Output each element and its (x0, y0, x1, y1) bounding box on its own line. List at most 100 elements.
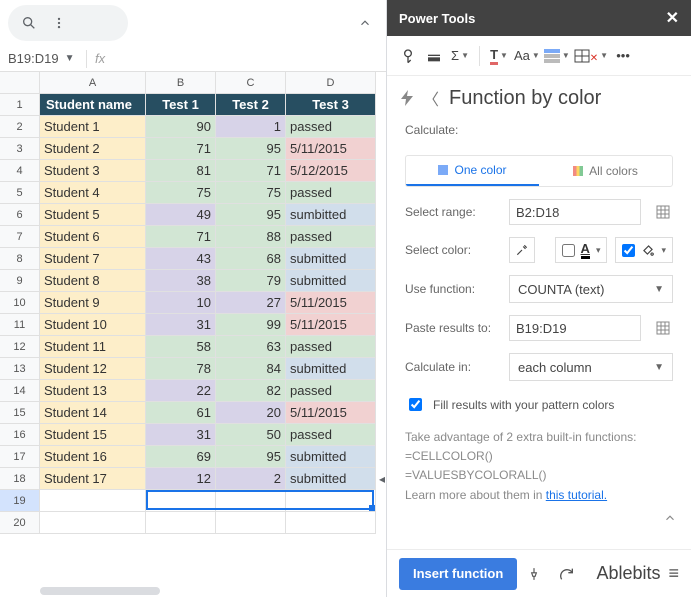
paste-results-input[interactable]: B19:D19 (509, 315, 641, 341)
cell[interactable]: 81 (146, 160, 216, 182)
bolt-icon[interactable] (401, 90, 413, 106)
row-header[interactable]: 8 (0, 248, 40, 270)
cell[interactable]: Student 11 (40, 336, 146, 358)
cell[interactable]: submitted (286, 270, 376, 292)
cell[interactable]: Student 12 (40, 358, 146, 380)
back-icon[interactable]: 〈 (423, 86, 439, 110)
cell[interactable]: 20 (216, 402, 286, 424)
cell[interactable]: 5/11/2015 (286, 138, 376, 160)
cell[interactable]: 43 (146, 248, 216, 270)
cell[interactable]: 68 (216, 248, 286, 270)
cell[interactable]: 99 (216, 314, 286, 336)
row-header[interactable]: 9 (0, 270, 40, 292)
header-cell[interactable]: Test 3 (286, 94, 376, 116)
range-picker-icon[interactable] (653, 202, 673, 222)
col-header-a[interactable]: A (40, 72, 146, 94)
cell[interactable]: 95 (216, 204, 286, 226)
col-header-b[interactable]: B (146, 72, 216, 94)
cell[interactable]: 5/11/2015 (286, 292, 376, 314)
cell[interactable]: 82 (216, 380, 286, 402)
cell[interactable]: submitted (286, 358, 376, 380)
refresh-icon[interactable] (559, 566, 581, 582)
cell[interactable]: 49 (146, 204, 216, 226)
use-function-select[interactable]: COUNTA (text)▼ (509, 275, 673, 303)
row-header[interactable]: 5 (0, 182, 40, 204)
tab-one-color[interactable]: One color (406, 156, 539, 186)
cell[interactable]: submitted (286, 446, 376, 468)
fill-color-check[interactable]: ▾ (615, 237, 673, 263)
cell[interactable]: passed (286, 116, 376, 138)
cell[interactable]: Student 1 (40, 116, 146, 138)
cell[interactable]: 61 (146, 402, 216, 424)
cell[interactable]: 78 (146, 358, 216, 380)
select-range-input[interactable]: B2:D18 (509, 199, 641, 225)
cell[interactable]: 75 (216, 182, 286, 204)
col-header-c[interactable]: C (216, 72, 286, 94)
cell[interactable]: passed (286, 424, 376, 446)
row-header[interactable]: 19 (0, 490, 40, 512)
cell[interactable]: submitted (286, 248, 376, 270)
clear-format-icon[interactable]: ✕▼ (574, 43, 608, 69)
cell[interactable]: 95 (216, 446, 286, 468)
select-all-corner[interactable] (0, 72, 40, 94)
insert-function-button[interactable]: Insert function (399, 558, 517, 590)
eyedropper-icon[interactable] (509, 237, 535, 263)
cell[interactable] (216, 512, 286, 534)
cell[interactable]: Student 13 (40, 380, 146, 402)
cell[interactable]: passed (286, 182, 376, 204)
cell[interactable]: Student 8 (40, 270, 146, 292)
more-icon[interactable] (44, 8, 74, 38)
row-header[interactable]: 13 (0, 358, 40, 380)
cell[interactable] (146, 490, 216, 512)
search-icon[interactable] (14, 8, 44, 38)
trim-icon[interactable] (423, 43, 445, 69)
cell[interactable]: passed (286, 380, 376, 402)
more-tools-icon[interactable]: ••• (612, 43, 634, 69)
calculate-in-select[interactable]: each column▼ (509, 353, 673, 381)
cell[interactable]: 31 (146, 314, 216, 336)
cell[interactable]: Student 17 (40, 468, 146, 490)
cell[interactable] (40, 490, 146, 512)
row-header[interactable]: 11 (0, 314, 40, 336)
cell[interactable]: 84 (216, 358, 286, 380)
dedupe-icon[interactable] (397, 43, 419, 69)
row-header[interactable]: 14 (0, 380, 40, 402)
cell[interactable]: 79 (216, 270, 286, 292)
cell[interactable]: 63 (216, 336, 286, 358)
cell[interactable] (216, 490, 286, 512)
row-group-toggle-icon[interactable]: ◂ (377, 468, 387, 490)
cell[interactable]: Student 6 (40, 226, 146, 248)
cell[interactable] (286, 490, 376, 512)
pin-icon[interactable] (527, 567, 549, 581)
cell[interactable]: 10 (146, 292, 216, 314)
tutorial-link[interactable]: this tutorial. (546, 488, 607, 502)
cell[interactable]: sumbitted (286, 204, 376, 226)
cell[interactable]: 22 (146, 380, 216, 402)
cell[interactable]: submitted (286, 468, 376, 490)
row-header[interactable]: 18 (0, 468, 40, 490)
cell[interactable]: passed (286, 226, 376, 248)
row-header[interactable]: 17 (0, 446, 40, 468)
brand-menu-icon[interactable]: ≡ (668, 563, 679, 584)
sum-icon[interactable]: Σ▼ (449, 43, 471, 69)
cell[interactable]: 71 (146, 138, 216, 160)
cell[interactable]: Student 15 (40, 424, 146, 446)
cell[interactable]: Student 9 (40, 292, 146, 314)
cell[interactable]: 75 (146, 182, 216, 204)
cell[interactable]: 38 (146, 270, 216, 292)
cell[interactable]: 1 (216, 116, 286, 138)
cell[interactable]: 50 (216, 424, 286, 446)
cell[interactable]: 27 (216, 292, 286, 314)
cell[interactable]: 2 (216, 468, 286, 490)
row-header[interactable]: 6 (0, 204, 40, 226)
cell[interactable] (286, 512, 376, 534)
cell[interactable]: 31 (146, 424, 216, 446)
cell[interactable]: Student 4 (40, 182, 146, 204)
cell[interactable]: 58 (146, 336, 216, 358)
range-picker-icon[interactable] (653, 318, 673, 338)
header-cell[interactable]: Student name (40, 94, 146, 116)
cell[interactable]: 71 (216, 160, 286, 182)
cell[interactable]: Student 16 (40, 446, 146, 468)
header-cell[interactable]: Test 2 (216, 94, 286, 116)
close-icon[interactable]: ✕ (666, 8, 679, 28)
